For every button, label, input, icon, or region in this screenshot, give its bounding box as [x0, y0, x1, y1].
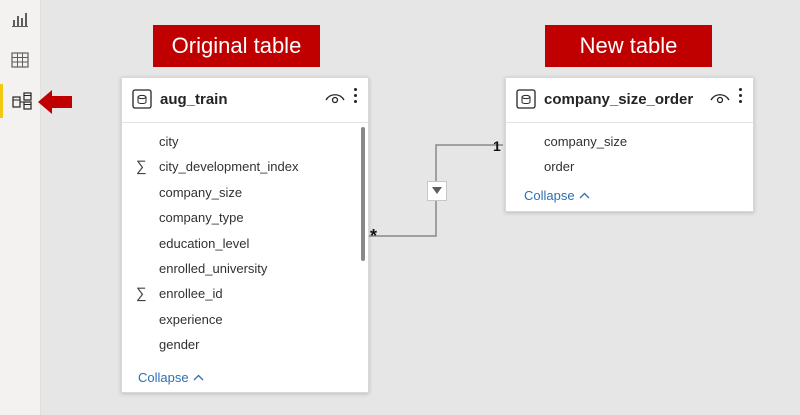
collapse-label: Collapse — [524, 188, 575, 203]
table-icon — [132, 89, 152, 109]
field-item[interactable]: experience — [159, 311, 223, 329]
eye-icon[interactable] — [325, 92, 345, 106]
field-item[interactable]: company_size — [159, 184, 242, 202]
field-item[interactable]: city — [159, 133, 179, 151]
many-cardinality-label: * — [370, 226, 378, 246]
collapse-button[interactable]: Collapse — [138, 370, 204, 385]
field-item[interactable]: company_type — [159, 209, 244, 227]
field-item[interactable]: gender — [159, 336, 199, 354]
field-item[interactable]: company_size — [544, 133, 627, 151]
table-card-company-size-order[interactable]: company_size_order company_sizeorder Col… — [505, 77, 754, 212]
more-options-icon[interactable] — [354, 88, 358, 106]
field-list-scrollbar[interactable] — [361, 127, 365, 261]
table-card-header[interactable]: company_size_order — [506, 78, 753, 123]
eye-icon[interactable] — [710, 92, 730, 106]
field-item[interactable]: education_level — [159, 235, 249, 253]
table-name: aug_train — [160, 91, 228, 108]
field-item[interactable]: city_development_index — [159, 158, 298, 176]
table-name: company_size_order — [544, 91, 694, 108]
table-card-aug-train[interactable]: aug_train city ∑ city_development_indexcom… — [121, 77, 369, 393]
chevron-up-icon — [193, 374, 204, 381]
one-cardinality-label: 1 — [493, 138, 501, 154]
sigma-icon: ∑ — [136, 158, 147, 176]
filter-direction-icon — [432, 187, 442, 194]
field-item[interactable]: enrollee_id — [159, 285, 223, 303]
cross-filter-direction[interactable] — [427, 181, 447, 201]
more-options-icon[interactable] — [739, 88, 743, 106]
table-card-header[interactable]: aug_train — [122, 78, 368, 123]
sigma-icon: ∑ — [136, 285, 147, 303]
field-item[interactable]: enrolled_university — [159, 260, 267, 278]
table-icon — [516, 89, 536, 109]
chevron-up-icon — [579, 192, 590, 199]
collapse-label: Collapse — [138, 370, 189, 385]
field-item[interactable]: order — [544, 158, 574, 176]
collapse-button[interactable]: Collapse — [524, 188, 590, 203]
